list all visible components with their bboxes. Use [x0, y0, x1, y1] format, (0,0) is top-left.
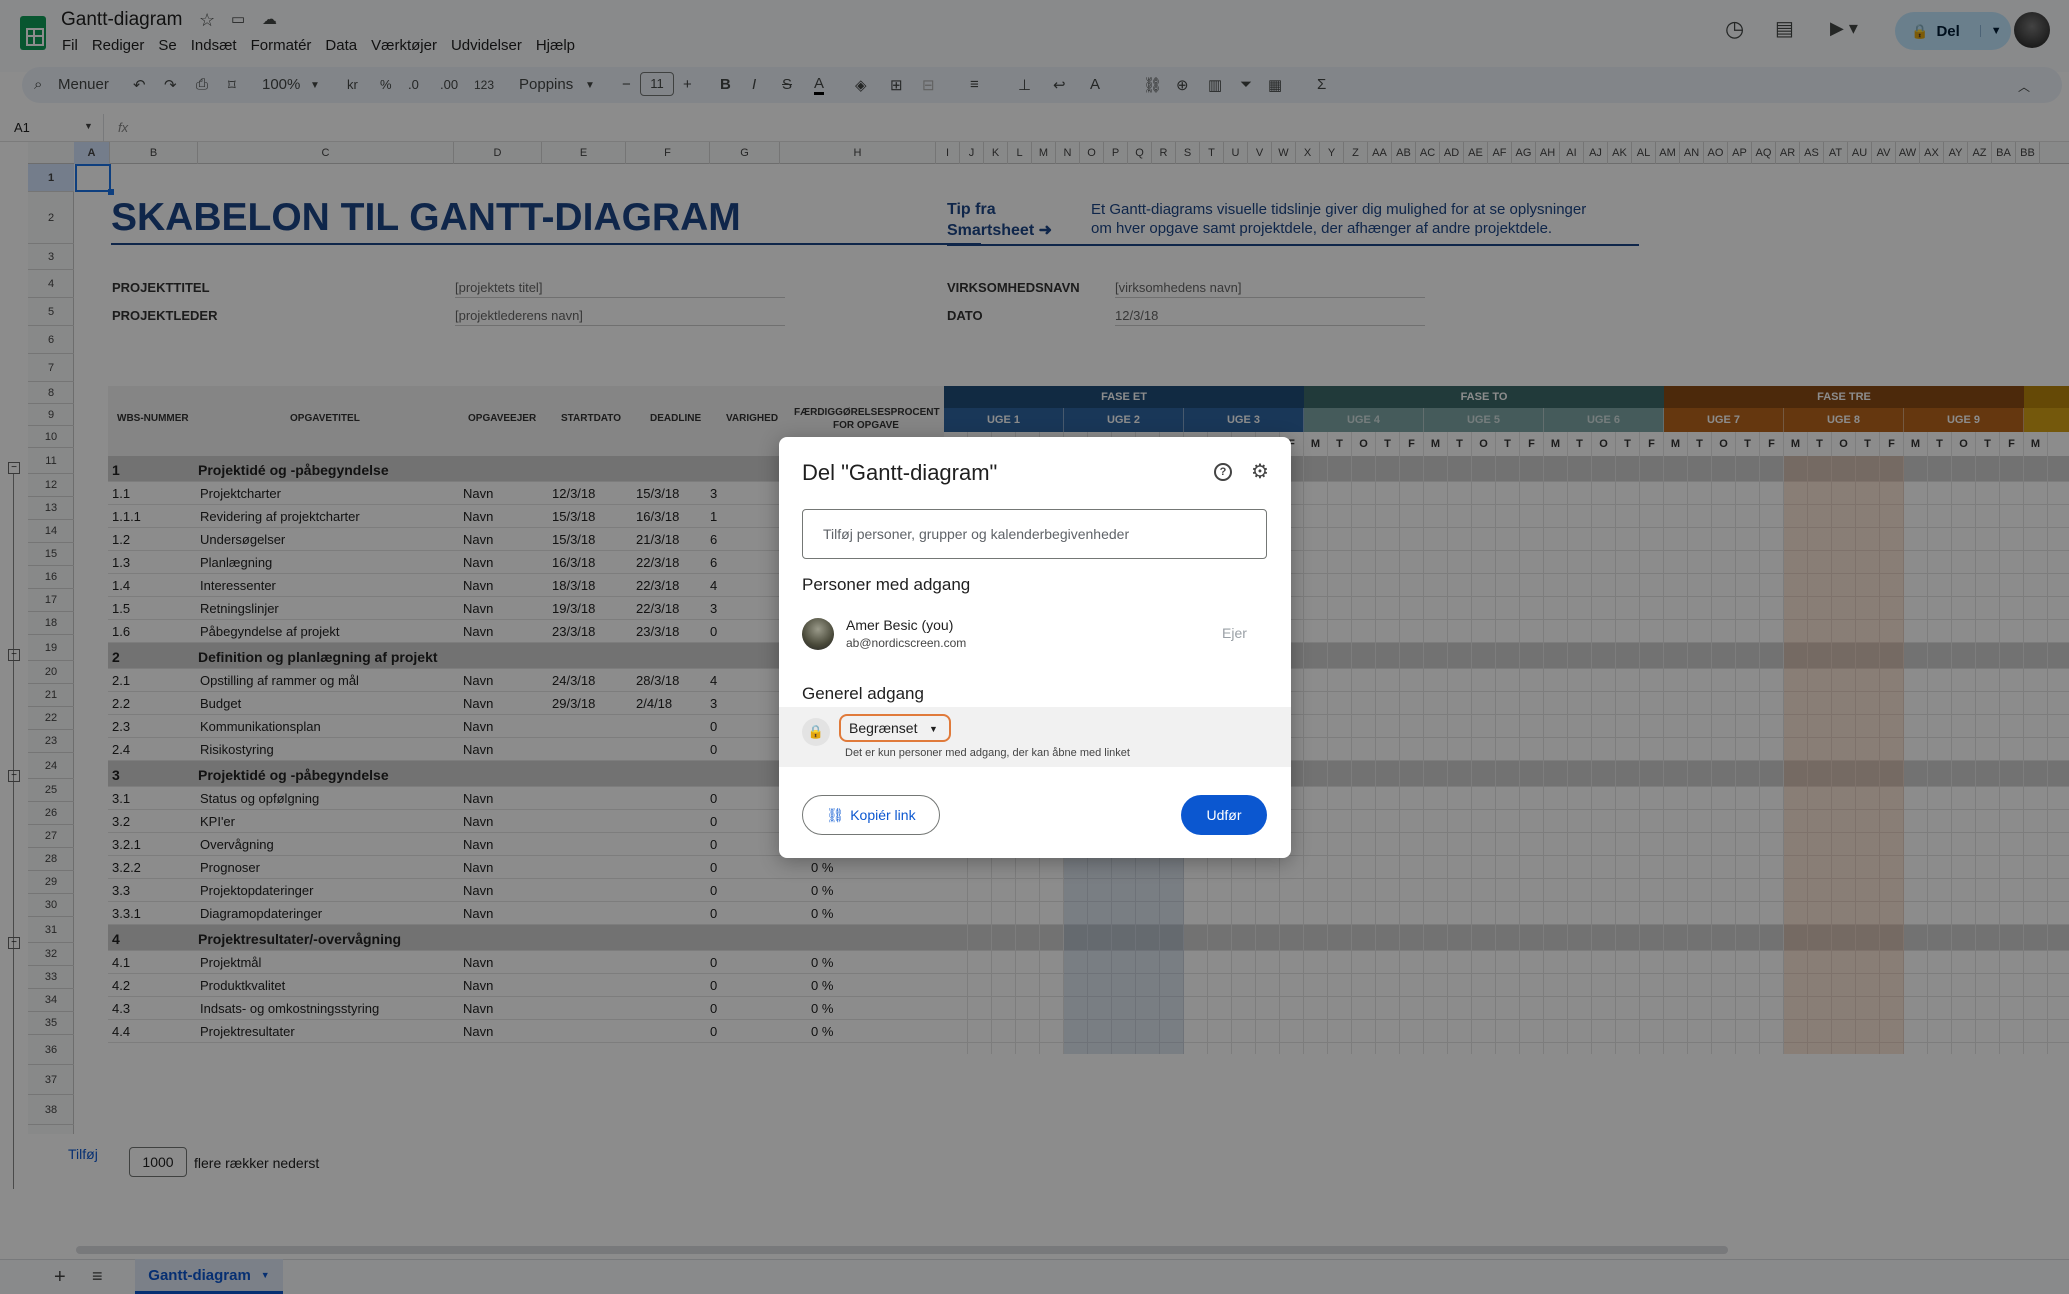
copy-link-button[interactable]: ⛓ Kopiér link	[802, 795, 940, 835]
person-avatar	[802, 618, 834, 650]
done-button[interactable]: Udfør	[1181, 795, 1267, 835]
spreadsheet-app: Gantt-diagram ☆ ▭ ☁ Fil Rediger Se Indsæ…	[0, 0, 2069, 1294]
link-icon: ⛓	[826, 806, 845, 823]
person-name: Amer Besic (you)	[846, 617, 954, 633]
people-with-access-heading: Personer med adgang	[802, 575, 971, 594]
general-access-heading: Generel adgang	[802, 684, 924, 703]
settings-gear-icon[interactable]: ⚙	[1251, 459, 1269, 484]
access-dropdown-chevron-icon: ▼	[929, 724, 938, 734]
access-level-value: Begrænset	[849, 720, 918, 736]
add-people-input[interactable]: Tilføj personer, grupper og kalenderbegi…	[802, 509, 1267, 559]
access-description: Det er kun personer med adgang, der kan …	[845, 747, 1130, 759]
help-icon[interactable]: ?	[1214, 463, 1232, 481]
person-role: Ejer	[1222, 625, 1247, 641]
copy-link-label: Kopiér link	[850, 807, 916, 823]
lock-icon: 🔒	[802, 718, 830, 746]
share-dialog: Del "Gantt-diagram" ? ⚙ Tilføj personer,…	[779, 437, 1291, 858]
person-email: ab@nordicscreen.com	[846, 636, 967, 650]
share-dialog-title: Del "Gantt-diagram"	[802, 460, 998, 485]
access-level-dropdown[interactable]: Begrænset ▼	[839, 714, 951, 742]
general-access-row: 🔒 Begrænset ▼ Det er kun personer med ad…	[779, 707, 1291, 767]
